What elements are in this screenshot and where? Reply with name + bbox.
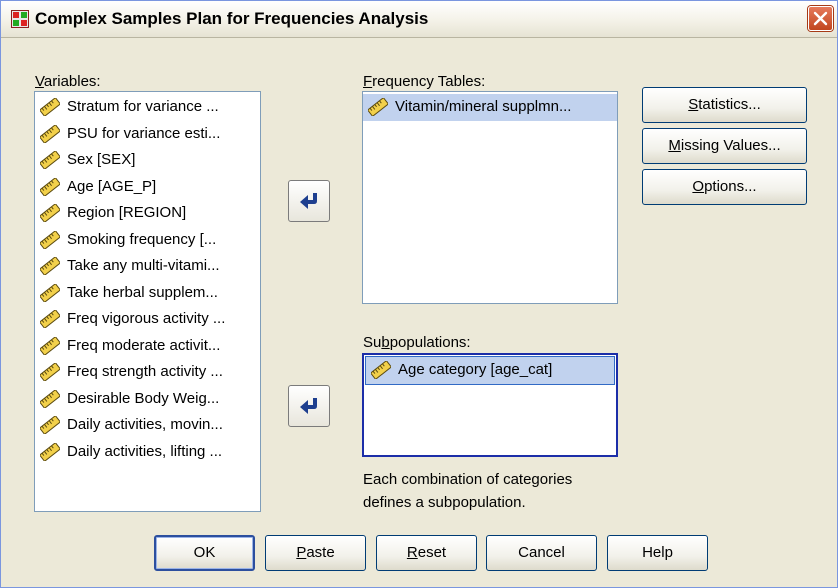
close-button[interactable] <box>808 6 833 31</box>
variable-item-label: Smoking frequency [... <box>67 230 217 248</box>
subpopulation-note: Each combination of categories defines a… <box>363 471 573 511</box>
variable-item[interactable]: PSU for variance esti... <box>35 121 260 148</box>
move-arrow-icon <box>300 398 317 414</box>
ruler-scale-icon <box>40 257 60 275</box>
variable-item[interactable]: Daily activities, lifting ... <box>35 439 260 466</box>
variable-item-label: Region [REGION] <box>67 204 187 221</box>
variable-item-label: Freq moderate activit... <box>67 336 221 354</box>
ruler-scale-icon <box>40 363 60 381</box>
missing-values-button[interactable]: Missing Values... <box>642 128 807 164</box>
cancel-button[interactable]: Cancel <box>486 535 597 571</box>
variable-item-label: Daily activities, movin... <box>67 416 223 433</box>
options-button[interactable]: Options... <box>642 169 807 205</box>
ruler-scale-icon <box>40 310 60 328</box>
variable-item[interactable]: Age [AGE_P] <box>35 174 260 201</box>
ruler-scale-icon <box>40 416 60 434</box>
variable-item-label: Age [AGE_P] <box>67 177 157 195</box>
variable-item[interactable]: Freq moderate activit... <box>35 333 260 360</box>
title-bar[interactable]: Complex Samples Plan for Frequencies Ana… <box>1 1 837 38</box>
variable-item-label: Take herbal supplem... <box>67 283 218 301</box>
variable-item[interactable]: Region [REGION] <box>35 200 260 227</box>
ruler-scale-icon <box>40 230 60 249</box>
variables-label: Variables: <box>35 73 101 90</box>
help-button[interactable]: Help <box>607 535 708 571</box>
variable-item-label: Daily activities, lifting ... <box>67 442 223 460</box>
frequency-tables-listbox[interactable]: Vitamin/mineral supplmn... <box>362 91 618 304</box>
move-to-subpopulations-button[interactable] <box>288 385 330 427</box>
ruler-scale-icon <box>40 151 60 169</box>
subpopulation-item[interactable]: Age category [age_cat] <box>365 356 615 385</box>
variable-item-label: Freq vigorous activity ... <box>67 310 226 327</box>
ruler-scale-icon <box>40 283 60 302</box>
dialog-title: Complex Samples Plan for Frequencies Ana… <box>35 9 429 28</box>
frequency-tables-label: Frequency Tables: <box>363 73 486 90</box>
ruler-scale-icon <box>40 177 60 196</box>
statistics-button[interactable]: Statistics... <box>642 87 807 123</box>
variable-item-label: PSU for variance esti... <box>67 124 221 142</box>
subpopulations-listbox[interactable]: Age category [age_cat] <box>362 353 618 457</box>
close-icon <box>813 11 828 26</box>
ruler-scale-icon <box>40 336 60 355</box>
variables-list: Stratum for variance ... PSU for variance… <box>35 94 260 465</box>
variable-item[interactable]: Daily activities, movin... <box>35 412 260 439</box>
ruler-scale-icon <box>40 389 60 408</box>
variable-item[interactable]: Take herbal supplem... <box>35 280 260 307</box>
variable-item-label: Desirable Body Weig... <box>67 389 220 407</box>
variable-item-label: Stratum for variance ... <box>67 98 219 115</box>
variables-listbox[interactable]: Stratum for variance ... PSU for variance… <box>34 91 261 512</box>
dialog-window: Complex Samples Plan for Frequencies Ana… <box>0 0 838 588</box>
move-to-frequency-tables-button[interactable] <box>288 180 330 222</box>
variable-item[interactable]: Stratum for variance ... <box>35 94 260 121</box>
variable-item-label: Freq strength activity ... <box>67 363 223 380</box>
ruler-scale-icon <box>371 361 391 379</box>
move-arrow-icon <box>300 193 317 209</box>
frequency-table-item[interactable]: Vitamin/mineral supplmn... <box>363 94 617 121</box>
reset-button[interactable]: Reset <box>376 535 477 571</box>
paste-button[interactable]: Paste <box>265 535 366 571</box>
variable-item-label: Sex [SEX] <box>67 151 136 168</box>
variable-item-label: Take any multi-vitami... <box>67 257 220 274</box>
variable-item[interactable]: Smoking frequency [... <box>35 227 260 254</box>
ruler-scale-icon <box>40 98 60 116</box>
ruler-scale-icon <box>40 124 60 143</box>
ruler-scale-icon <box>40 204 60 222</box>
variable-item[interactable]: Desirable Body Weig... <box>35 386 260 413</box>
variable-item[interactable]: Sex [SEX] <box>35 147 260 174</box>
ok-button[interactable]: OK <box>154 535 255 571</box>
variable-item[interactable]: Freq strength activity ... <box>35 359 260 386</box>
variable-item[interactable]: Freq vigorous activity ... <box>35 306 260 333</box>
variable-item[interactable]: Take any multi-vitami... <box>35 253 260 280</box>
subpopulations-label: Subpopulations: <box>363 334 471 351</box>
spss-app-icon <box>11 10 29 28</box>
ruler-scale-icon <box>368 98 388 116</box>
ruler-scale-icon <box>40 442 60 461</box>
